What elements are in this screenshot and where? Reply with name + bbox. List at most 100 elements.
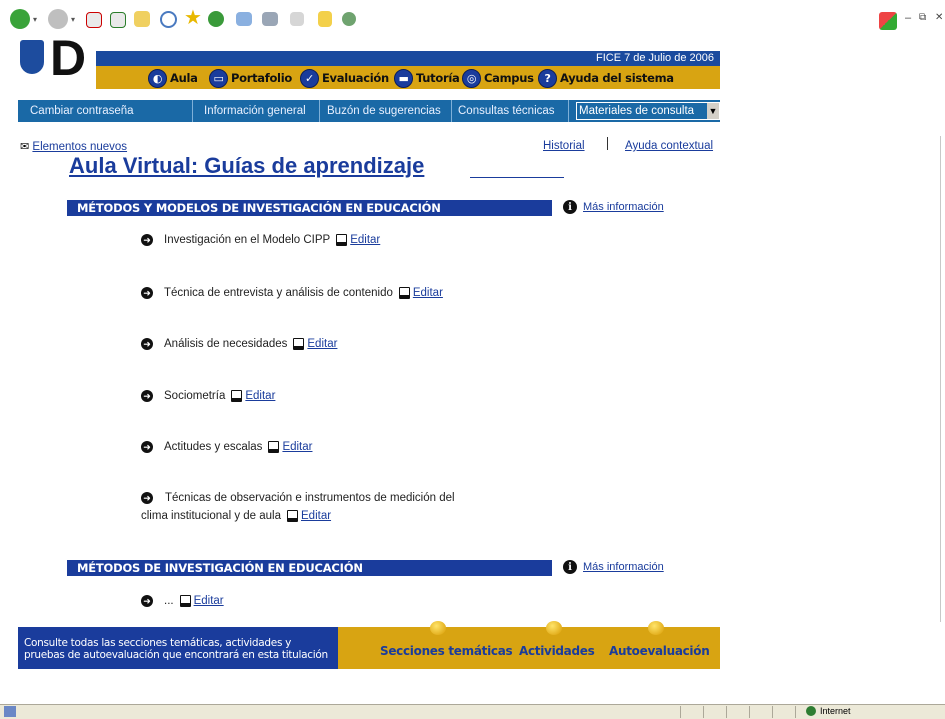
- document-icon: [268, 441, 280, 453]
- item-label[interactable]: Actitudes y escalas: [164, 441, 262, 453]
- forward-dropdown-icon[interactable]: ▾: [71, 15, 75, 24]
- list-item: ➜ Sociometría Editar: [141, 390, 275, 402]
- materials-select[interactable]: Materiales de consulta ▼: [576, 102, 720, 120]
- more-info[interactable]: i Más información: [563, 560, 664, 574]
- edit-link[interactable]: Editar: [194, 595, 224, 607]
- new-items-link-row: ✉ Elementos nuevos: [20, 140, 127, 153]
- nav-tutoria[interactable]: ▬ Tutoría: [394, 68, 460, 88]
- status-bar: Internet: [0, 704, 945, 719]
- zone-indicator: Internet: [806, 706, 851, 716]
- close-icon[interactable]: ✕: [935, 12, 943, 23]
- edit-link[interactable]: Editar: [245, 390, 275, 402]
- minimize-icon[interactable]: –: [905, 12, 911, 24]
- footer-link-autoevaluacion[interactable]: Autoevaluación: [609, 644, 710, 658]
- item-label[interactable]: Sociometría: [164, 390, 225, 402]
- browser-toolbar: ▾ ▾ ★ – ⧉ ✕: [0, 0, 945, 42]
- date-text: FICE 7 de Julio de 2006: [595, 52, 714, 64]
- title-underline: [470, 177, 564, 178]
- nav-label: Evaluación: [322, 71, 389, 85]
- search-icon[interactable]: [160, 11, 177, 28]
- item-label[interactable]: Técnicas de observación e instrumentos d…: [165, 492, 455, 504]
- target-icon: ◎: [462, 68, 481, 88]
- messenger-icon[interactable]: [342, 12, 356, 26]
- logo-shield-icon: [20, 40, 44, 74]
- main-nav: ◐ Aula ▭ Portafolio ✓ Evaluación ▬ Tutoría ◎…: [96, 66, 720, 89]
- footer-text-line: pruebas de autoevaluación que encontrará…: [24, 649, 328, 661]
- nav-label: Aula: [170, 71, 198, 85]
- stop-icon[interactable]: [86, 12, 102, 28]
- secondary-nav: Cambiar contraseña Información general B…: [18, 100, 720, 122]
- edit-link[interactable]: Editar: [413, 287, 443, 299]
- chevron-down-icon[interactable]: ▼: [707, 103, 719, 119]
- favorites-icon[interactable]: ★: [184, 5, 204, 29]
- new-items-link[interactable]: Elementos nuevos: [32, 141, 127, 153]
- arrow-right-icon: ➜: [141, 287, 153, 299]
- edit-link[interactable]: Editar: [350, 234, 380, 246]
- mail-icon: ✉: [20, 141, 30, 153]
- item-label[interactable]: ...: [164, 595, 174, 607]
- nav-evaluacion[interactable]: ✓ Evaluación: [300, 68, 389, 88]
- history-link[interactable]: Historial: [543, 140, 585, 152]
- nav-cambiar-contrasena[interactable]: Cambiar contraseña: [30, 100, 134, 122]
- item-label[interactable]: Investigación en el Modelo CIPP: [164, 234, 330, 246]
- nav-buzon-sugerencias[interactable]: Buzón de sugerencias: [327, 100, 441, 122]
- zone-label: Internet: [820, 706, 851, 716]
- home-icon[interactable]: [134, 11, 150, 27]
- edit-link[interactable]: Editar: [307, 338, 337, 350]
- restore-icon[interactable]: ⧉: [919, 12, 926, 23]
- footer-link-secciones[interactable]: Secciones temáticas: [380, 644, 513, 658]
- forward-icon[interactable]: [48, 9, 68, 29]
- back-dropdown-icon[interactable]: ▾: [33, 15, 37, 24]
- nav-aula[interactable]: ◐ Aula: [148, 68, 198, 88]
- item-label[interactable]: Análisis de necesidades: [164, 338, 287, 350]
- arrow-right-icon: ➜: [141, 338, 153, 350]
- section-header: MÉTODOS Y MODELOS DE INVESTIGACIÓN EN ED…: [67, 200, 552, 216]
- nav-informacion-general[interactable]: Información general: [204, 100, 306, 122]
- item-label[interactable]: Técnica de entrevista y análisis de cont…: [164, 287, 393, 299]
- edit-link[interactable]: Editar: [301, 510, 331, 522]
- info-icon: i: [563, 200, 577, 214]
- document-icon: [336, 234, 348, 246]
- arrow-right-icon: ➜: [141, 390, 153, 402]
- nav-divider: [568, 100, 569, 122]
- status-divider: [703, 706, 704, 718]
- back-icon[interactable]: [10, 9, 30, 29]
- nav-campus[interactable]: ◎ Campus: [462, 68, 534, 88]
- list-item: ➜ Análisis de necesidades Editar: [141, 338, 337, 350]
- portfolio-icon: ▭: [209, 68, 228, 88]
- list-item: ➜ Técnica de entrevista y análisis de co…: [141, 287, 443, 299]
- footer-banner: Consulte todas las secciones temáticas, …: [18, 621, 720, 669]
- ball-icon: [546, 621, 562, 635]
- nav-label: Campus: [484, 71, 534, 85]
- history-icon[interactable]: [208, 11, 224, 27]
- more-info-link[interactable]: Más información: [583, 561, 664, 573]
- mail-icon[interactable]: [236, 12, 252, 26]
- document-icon: [231, 390, 243, 402]
- nav-ayuda[interactable]: ? Ayuda del sistema: [538, 68, 674, 88]
- nav-portafolio[interactable]: ▭ Portafolio: [209, 68, 292, 88]
- chat-icon: ▬: [394, 68, 413, 88]
- refresh-icon[interactable]: [110, 12, 126, 28]
- document-icon: [179, 595, 191, 607]
- item-label[interactable]: clima institucional y de aula: [141, 510, 281, 522]
- logo-letter-icon: D: [50, 30, 87, 86]
- contextual-help-link[interactable]: Ayuda contextual: [625, 140, 713, 152]
- window-controls: – ⧉ ✕: [879, 12, 945, 34]
- more-info-link[interactable]: Más información: [583, 201, 664, 213]
- nav-divider: [192, 100, 193, 122]
- edit-icon[interactable]: [290, 12, 304, 26]
- footer-text: Consulte todas las secciones temáticas, …: [18, 627, 338, 669]
- notes-icon[interactable]: [318, 11, 332, 27]
- footer-link-actividades[interactable]: Actividades: [519, 644, 595, 658]
- arrow-right-icon: ➜: [141, 234, 153, 246]
- edit-link[interactable]: Editar: [282, 441, 312, 453]
- document-icon: [398, 287, 410, 299]
- more-info[interactable]: i Más información: [563, 200, 664, 214]
- status-divider: [726, 706, 727, 718]
- print-icon[interactable]: [262, 12, 278, 26]
- arrow-right-icon: ➜: [141, 492, 153, 504]
- ball-icon: [430, 621, 446, 635]
- ball-icon: [648, 621, 664, 635]
- nav-consultas-tecnicas[interactable]: Consultas técnicas: [458, 100, 555, 122]
- select-value: Materiales de consulta: [579, 105, 695, 117]
